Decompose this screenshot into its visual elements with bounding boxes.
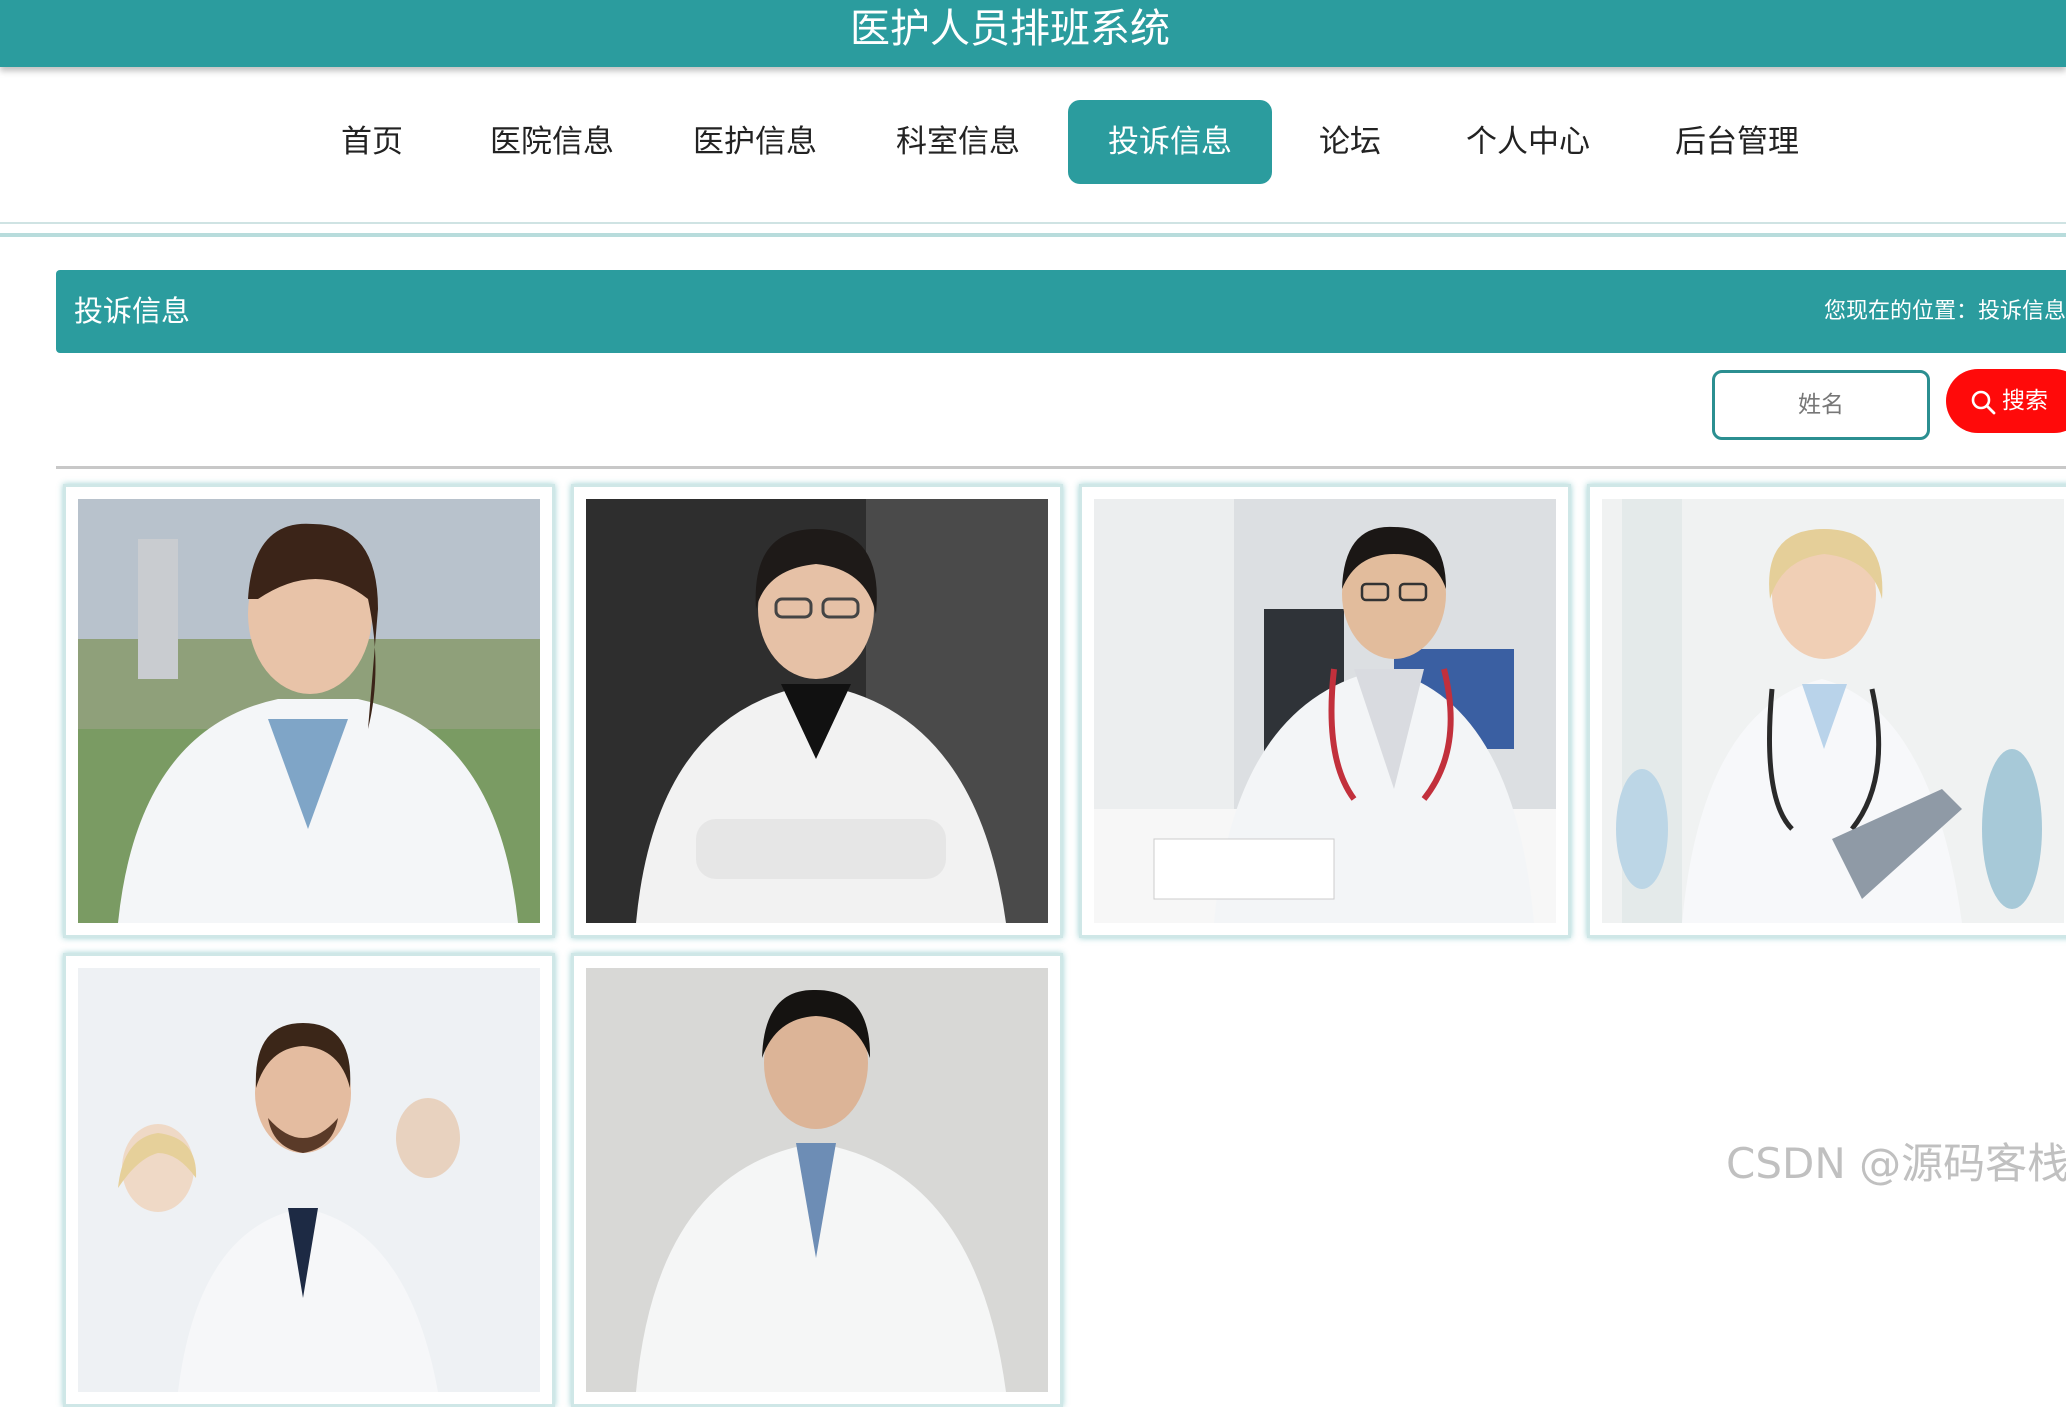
nav-item-forum[interactable]: 论坛 (1300, 100, 1400, 184)
section-header-bar: 投诉信息 您现在的位置：投诉信息 (56, 270, 2066, 353)
nav-item-personal-center[interactable]: 个人中心 (1448, 100, 1608, 184)
nav-item-admin[interactable]: 后台管理 (1657, 100, 1817, 184)
nav-item-home[interactable]: 首页 (322, 100, 422, 184)
nav-item-department-info[interactable]: 科室信息 (878, 100, 1038, 184)
doctor-photo (586, 968, 1048, 1392)
nav-item-hospital-info[interactable]: 医院信息 (472, 100, 632, 184)
nav-divider-thick (0, 233, 2066, 237)
nav-divider (0, 222, 2066, 224)
complaint-card[interactable] (571, 484, 1063, 938)
section-title: 投诉信息 (74, 294, 191, 328)
search-button[interactable]: 搜索 (1946, 369, 2066, 433)
nav-item-complaint-info[interactable]: 投诉信息 (1068, 100, 1272, 184)
complaint-card[interactable] (63, 484, 555, 938)
doctor-photo (78, 499, 540, 923)
doctor-photo (1094, 499, 1556, 923)
complaint-card[interactable] (1079, 484, 1571, 938)
breadcrumb: 您现在的位置：投诉信息 (1823, 299, 2066, 324)
app-title: 医护人员排班系统 (850, 6, 1170, 52)
top-header-bar: 医护人员排班系统 (0, 0, 2066, 67)
content-divider (56, 466, 2066, 469)
main-nav: 首页 医院信息 医护信息 科室信息 投诉信息 论坛 个人中心 后台管理 (0, 100, 2066, 190)
search-button-label: 搜索 (2002, 388, 2048, 414)
complaint-card[interactable] (1587, 484, 2066, 938)
doctor-photo (1602, 499, 2064, 923)
nav-item-medical-staff-info[interactable]: 医护信息 (675, 100, 835, 184)
complaint-card[interactable] (63, 953, 555, 1407)
doctor-photo (78, 968, 540, 1392)
name-search-input[interactable] (1712, 370, 1930, 440)
search-icon (1971, 390, 1996, 414)
watermark: CSDN @源码客栈2 (1726, 1139, 2066, 1188)
doctor-photo (586, 499, 1048, 923)
complaint-card[interactable] (571, 953, 1063, 1407)
